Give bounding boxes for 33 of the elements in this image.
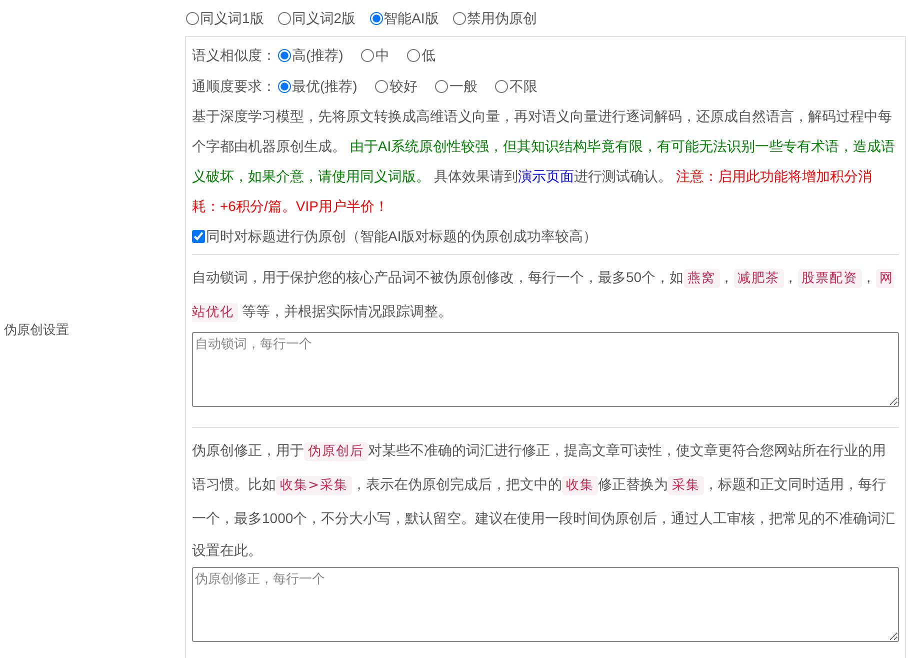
- radio-label: 智能AI版: [384, 8, 439, 28]
- radio-label: 中: [375, 46, 390, 64]
- radio-button[interactable]: [435, 80, 448, 92]
- radio-label: 同义词1版: [200, 8, 264, 28]
- radio-button[interactable]: [407, 48, 420, 62]
- radio-button[interactable]: [278, 80, 291, 92]
- ai-description: 基于深度学习模型，先将原文转换成高维语义向量，再对语义向量进行逐词解码，还原成自然语言，解码过程中每个字都由机器原创生成。 由于AI系统原创性较强，但其知识结构毕竟有限，有可能无法识别一些专有术语，造成语义破坏，如果介意，请使用同义词版。 具体效果请到演示页面进行测试确认。 注意：启用此功能将增加积分消耗：+6积分/篇。VIP用户半价！: [192, 107, 896, 216]
- radio-label: 最优(推荐): [292, 76, 358, 96]
- demo-page-link[interactable]: 演示页面: [518, 168, 574, 184]
- corrections-field[interactable]: 伪原创修正，每行一个: [192, 567, 899, 642]
- radio-label: 不限: [509, 76, 538, 96]
- radio-button[interactable]: [375, 80, 388, 92]
- title-checkbox[interactable]: [192, 230, 205, 242]
- title-option-label: 同时对标题进行伪原创（智能AI版对标题的伪原创成功率较高）: [206, 226, 598, 246]
- section-label: 伪原创设置: [4, 320, 69, 339]
- radio-label: 低: [421, 46, 436, 64]
- field-label: 语义相似度：: [192, 46, 276, 64]
- lock-words-description: 自动锁词，用于保护您的核心产品词不被伪原创修改，每行一个，最多50个，如 燕窝 ， 减肥茶 ， 股票配资 ， 网站优化 等等，并根据实际情况跟踪调整。: [192, 268, 895, 324]
- radio-button[interactable]: [278, 48, 291, 62]
- radio-button[interactable]: [370, 12, 383, 24]
- radio-label: 禁用伪原创: [466, 8, 537, 28]
- radio-button[interactable]: [495, 80, 508, 92]
- radio-label: 一般: [449, 76, 478, 96]
- radio-label: 同义词2版: [292, 8, 356, 28]
- radio-label: 高(推荐): [292, 46, 344, 65]
- radio-button[interactable]: [186, 12, 199, 24]
- field-label: 通顺度要求：: [192, 76, 276, 96]
- lock-words-field[interactable]: 自动锁词，每行一个: [192, 332, 899, 407]
- radio-button[interactable]: [361, 48, 374, 62]
- radio-button[interactable]: [278, 12, 291, 24]
- radio-label: 较好: [389, 76, 418, 96]
- radio-button[interactable]: [452, 12, 466, 24]
- corrections-description: 伪原创修正，用于 伪原创后 对某些不准确的词汇进行修正，提高文章可读性，使文章更符合您网站所在行业的用语习惯。比如 收集>采集 ，表示在伪原创完成后，把文中的 收集 修正替换为 采集 ，标题和正文同时适用，每行一个，最多1000个，不分大小写，默认留空。建议在使用一段时间伪原创后，通过人工审核，把常见的不准确词汇设置在此。: [192, 441, 896, 560]
